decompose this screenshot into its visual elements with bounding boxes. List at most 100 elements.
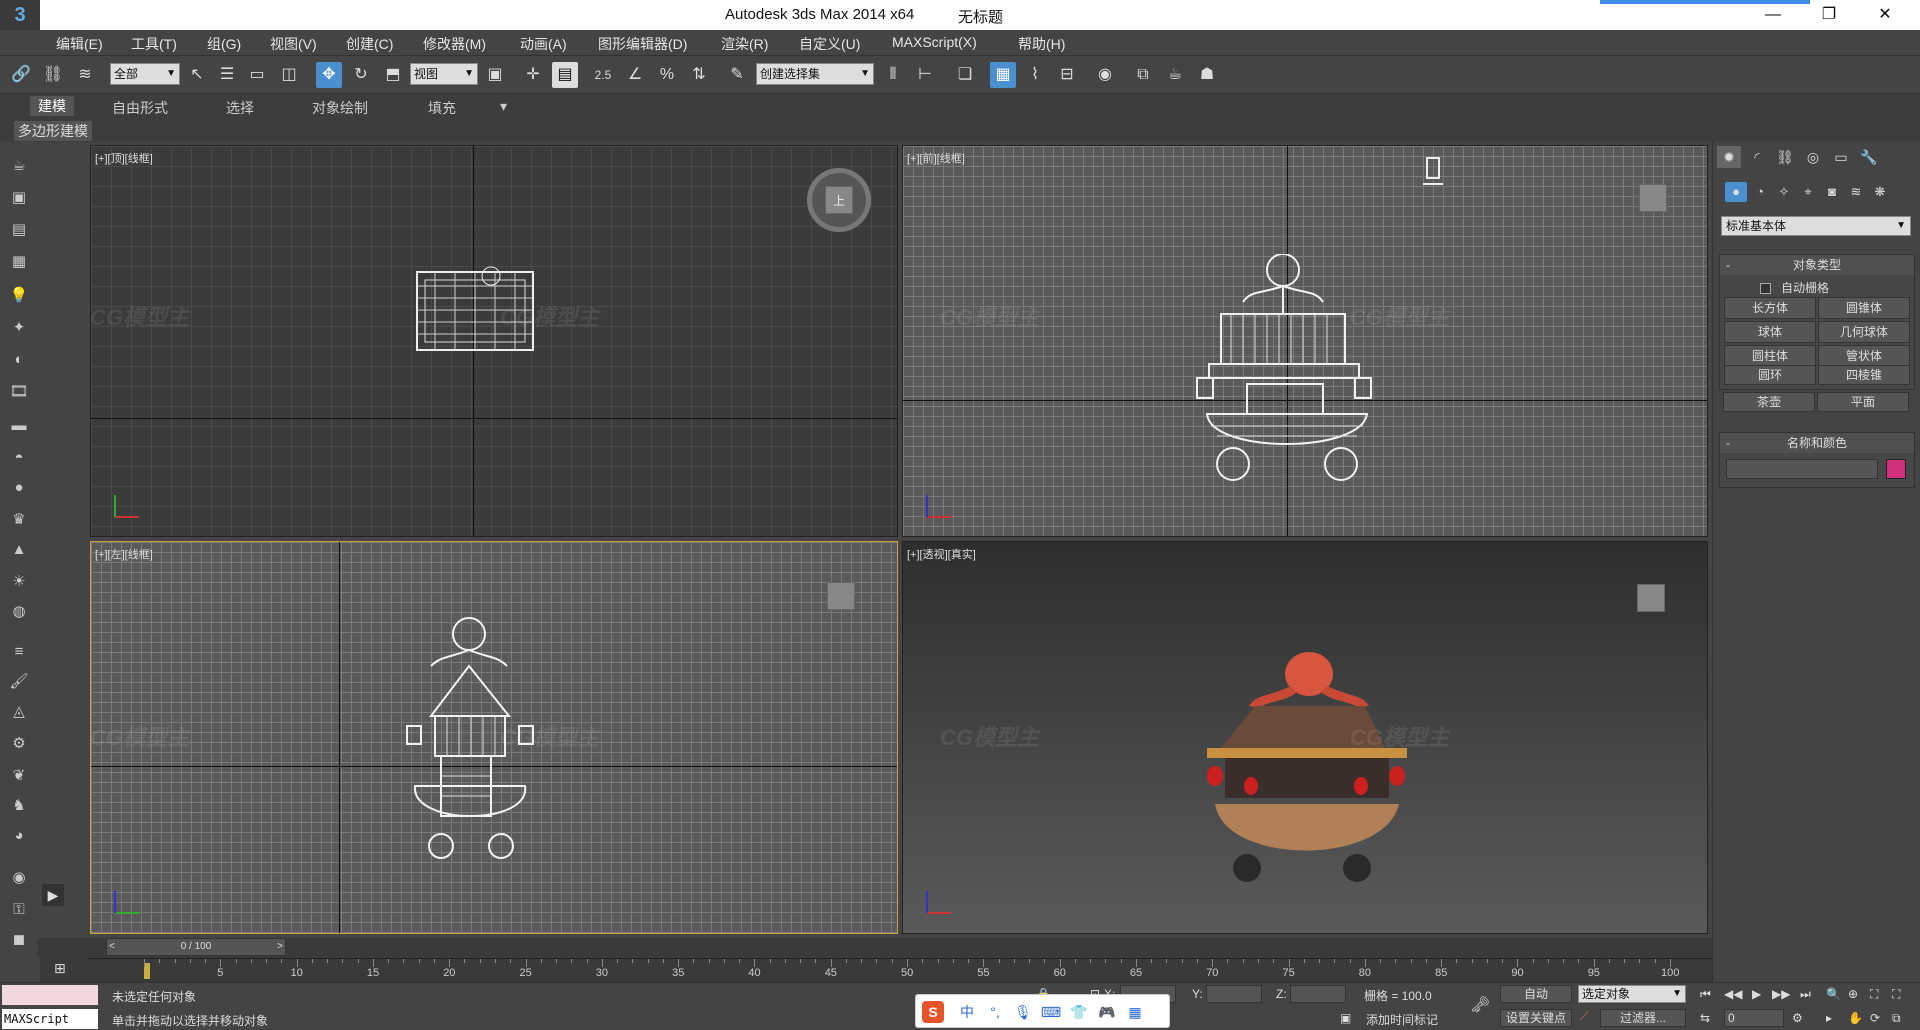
snap-toggle-icon[interactable]: 2.5 (590, 62, 616, 88)
play-icon[interactable]: ▶ (1752, 987, 1761, 1001)
script-icon[interactable]: ⚿ (6, 898, 32, 922)
particles-icon[interactable]: ✦ (6, 316, 32, 340)
ribbon-toggle-icon[interactable]: ▦ (990, 62, 1016, 88)
cone-icon[interactable]: ▲ (6, 538, 32, 562)
punctuation-icon[interactable]: °, (984, 1001, 1006, 1023)
key-mode-toggle-icon[interactable]: ⇆ (1700, 1011, 1710, 1025)
viewport-left[interactable]: [+][左][线框] (90, 541, 898, 934)
menu-edit[interactable]: 编辑(E) (56, 34, 103, 54)
rectangle-selection-icon[interactable]: ▭ (244, 62, 270, 88)
menu-graph-editors[interactable]: 图形编辑器(D) (598, 34, 687, 54)
select-by-name-icon[interactable]: ☰ (214, 62, 240, 88)
selection-filter-dropdown[interactable]: 全部 ▼ (110, 63, 180, 85)
material-ball-icon[interactable]: ◕ (6, 824, 32, 848)
hierarchy-tab-icon[interactable]: ⛓ (1773, 146, 1797, 168)
go-to-start-icon[interactable]: ⏮ (1700, 987, 1711, 1002)
time-config-icon[interactable]: ⚙ (1792, 1011, 1803, 1025)
align-icon[interactable]: ⊢ (912, 62, 938, 88)
y-coord-input[interactable] (1206, 985, 1262, 1003)
dome-icon[interactable]: ◓ (6, 446, 32, 470)
tab-populate[interactable]: 填充 (428, 98, 456, 118)
viewport-front-label[interactable]: [+][前][线框] (907, 150, 965, 166)
edit-named-selection-icon[interactable]: ✎ (724, 62, 750, 88)
viewport-left-label[interactable]: [+][左][线框] (95, 546, 153, 562)
sun-icon[interactable]: ☀ (6, 570, 32, 594)
crown-icon[interactable]: ♛ (6, 508, 32, 532)
toolbox-icon[interactable]: ▦ (1124, 1001, 1146, 1023)
time-tag-icon[interactable]: ▣ (1340, 1011, 1351, 1025)
viewport-top-label[interactable]: [+][顶][线框] (95, 150, 153, 166)
pivot-center-icon[interactable]: ▣ (482, 62, 508, 88)
time-slider[interactable]: < 0 / 100 > (38, 938, 1712, 958)
horse-icon[interactable]: ♞ (6, 794, 32, 818)
checkbox-box[interactable] (1760, 283, 1771, 295)
zoom-all-icon[interactable]: ⊕ (1848, 987, 1858, 1001)
maxscript-listener-input[interactable] (2, 985, 98, 1005)
menu-create[interactable]: 创建(C) (346, 34, 393, 54)
ribbon-options-icon[interactable]: ▾ (500, 98, 507, 115)
menu-maxscript[interactable]: MAXScript(X) (892, 34, 977, 50)
window-crossing-icon[interactable]: ◫ (276, 62, 302, 88)
motion-tab-icon[interactable]: ◎ (1801, 146, 1825, 168)
plane-button[interactable]: 平面 (1817, 392, 1909, 412)
key-filter-dropdown[interactable]: 选定对象 ▼ (1578, 985, 1686, 1003)
keyboard-shortcut-override-icon[interactable]: ▤ (552, 62, 578, 88)
utilities-tab-icon[interactable]: 🔧 (1857, 146, 1881, 168)
menu-animation[interactable]: 动画(A) (520, 34, 567, 54)
rendered-frame-window-icon[interactable]: ☕ (1162, 62, 1188, 88)
next-frame-icon[interactable]: ▶▶ (1772, 987, 1790, 1001)
microphone-icon[interactable]: 🎙 (1012, 1001, 1034, 1023)
torus-button[interactable]: 圆环 (1724, 365, 1816, 385)
viewcube[interactable]: 上 (825, 186, 853, 214)
spinner-snap-icon[interactable]: ⇅ (686, 62, 712, 88)
lights-icon[interactable]: ✧ (1773, 182, 1795, 202)
named-selection-dropdown[interactable]: 创建选择集 ▼ (756, 63, 874, 85)
previous-frame-icon[interactable]: ◀◀ (1724, 987, 1742, 1001)
menu-rendering[interactable]: 渲染(R) (721, 34, 768, 54)
maximize-viewport-icon[interactable]: ⧉ (1892, 1011, 1901, 1026)
teapot-button[interactable]: 茶壶 (1723, 392, 1815, 412)
angle-snap-icon[interactable]: ∠ (622, 62, 648, 88)
menu-tools[interactable]: 工具(T) (131, 34, 177, 54)
select-and-scale-icon[interactable]: ⬒ (380, 62, 406, 88)
ime-toolbar[interactable]: S 中 °, 🎙 ⌨ 👕 🎮 ▦ (915, 994, 1170, 1028)
viewport-front[interactable]: [+][前][线框] (902, 145, 1708, 537)
cylinder-button[interactable]: 圆柱体 (1724, 345, 1816, 367)
mini-curve-editor-icon[interactable]: ⊞ (40, 958, 88, 982)
systems-icon[interactable]: ❋ (1869, 182, 1891, 202)
cameras-icon[interactable]: ⌖ (1797, 182, 1819, 202)
viewport-top[interactable]: [+][顶][线框] 上 (90, 145, 898, 537)
select-and-move-icon[interactable]: ✥ (316, 62, 342, 88)
object-name-input[interactable] (1726, 459, 1878, 479)
object-type-title[interactable]: - 对象类型 (1720, 255, 1914, 275)
autogrid-checkbox[interactable]: 自动栅格 (1760, 279, 1829, 296)
tab-object-paint[interactable]: 对象绘制 (312, 98, 368, 118)
viewport-perspective-label[interactable]: [+][透视][真实] (907, 546, 976, 562)
helpers-icon[interactable]: ◙ (1821, 182, 1843, 202)
pyramid-button[interactable]: 四棱锥 (1818, 365, 1910, 385)
reference-coordinate-dropdown[interactable]: 视图 ▼ (410, 63, 478, 85)
menu-modifiers[interactable]: 修改器(M) (423, 34, 486, 54)
current-frame-input[interactable]: 0 (1724, 1009, 1784, 1027)
field-of-view-icon[interactable]: ▸ (1826, 1011, 1832, 1025)
material-editor-icon[interactable]: ◉ (1092, 62, 1118, 88)
disc-icon[interactable]: ◍ (6, 600, 32, 624)
sphere-button[interactable]: 球体 (1724, 321, 1816, 343)
camera-icon[interactable]: ◼ (6, 928, 32, 952)
keyboard-icon[interactable]: ⌨ (1040, 1001, 1062, 1023)
pan-icon[interactable]: ✋ (1848, 1011, 1863, 1025)
menu-help[interactable]: 帮助(H) (1018, 34, 1065, 54)
box-icon[interactable]: ▬ (6, 414, 32, 438)
curve-editor-icon[interactable]: ⌇ (1022, 62, 1048, 88)
render-setup-icon[interactable]: ⧉ (1130, 62, 1156, 88)
viewcube[interactable] (827, 582, 855, 610)
render-icon[interactable]: ▣ (6, 186, 32, 210)
grid-icon[interactable]: ▦ (6, 250, 32, 274)
teapot-icon[interactable]: ☕ (6, 154, 32, 178)
viewcube[interactable] (1637, 584, 1665, 612)
viewport-perspective[interactable]: [+][透视][真实] (902, 541, 1708, 934)
layer-manager-icon[interactable]: ❏ (952, 62, 978, 88)
viewcube[interactable] (1639, 184, 1667, 212)
select-object-icon[interactable]: ↖ (184, 62, 210, 88)
select-and-rotate-icon[interactable]: ↻ (348, 62, 374, 88)
